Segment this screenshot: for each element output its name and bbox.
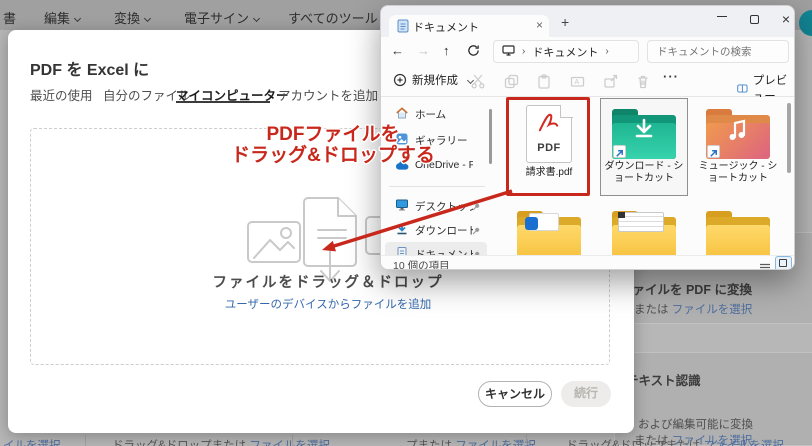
menu-item-document: 書 <box>3 11 17 26</box>
sidebar-scrollbar[interactable] <box>489 109 492 164</box>
item-count: 10 個の項目 <box>393 260 450 270</box>
explorer-statusbar: 10 個の項目 <box>381 255 794 270</box>
file-item-folder-1[interactable] <box>506 201 592 261</box>
annotation-text: PDFファイルを ドラッグ&ドロップする <box>231 124 435 166</box>
continue-button[interactable]: 続行 <box>561 381 611 407</box>
tab-recent[interactable]: 最近の使用 <box>30 85 93 104</box>
chevron-down-icon <box>73 14 82 23</box>
plus-circle-icon <box>393 73 407 87</box>
forward-icon[interactable]: → <box>417 43 430 58</box>
paste-icon[interactable] <box>537 74 551 94</box>
file-name: ミュージック - ショートカット <box>698 161 778 184</box>
breadcrumb[interactable]: › ドキュメント › <box>493 40 639 63</box>
chevron-right-icon: › <box>605 46 609 57</box>
close-button[interactable]: × <box>775 10 794 30</box>
file-item-folder-3[interactable] <box>695 201 781 261</box>
file-item-music-shortcut[interactable]: ミュージック - ショートカット <box>695 99 781 195</box>
divider <box>85 435 86 446</box>
new-tab-button[interactable]: + <box>561 14 569 30</box>
file-item-downloads-shortcut[interactable]: ダウンロード - ショートカット <box>600 98 688 196</box>
active-tab-underline <box>176 101 270 103</box>
bottom-hint-1: イルを選択 <box>3 437 61 446</box>
tab-title: ドキュメント <box>413 22 479 34</box>
menu-item-convert: 変換 <box>114 8 152 27</box>
delete-icon[interactable] <box>636 74 650 94</box>
pin-icon <box>471 199 481 217</box>
search-input[interactable] <box>648 41 788 62</box>
share-icon[interactable] <box>603 74 618 94</box>
bottom-hint-2: ドラッグ&ドロップまたは ファイルを選択 <box>112 437 330 446</box>
file-select-link: ファイルを選択 <box>455 440 536 446</box>
preview-pane-icon <box>737 83 748 93</box>
pin-icon <box>471 223 481 241</box>
explorer-navrow: ← → ↑ › ドキュメント › <box>381 37 794 66</box>
menu-item-edit: 編集 <box>44 8 82 27</box>
floating-action-button <box>799 10 812 36</box>
folder-with-documents-icon <box>517 211 581 261</box>
file-select-link: ファイルを選択 <box>671 304 753 316</box>
music-shortcut-folder-icon <box>706 109 770 159</box>
files-scrollbar[interactable] <box>787 103 791 173</box>
file-select-link: ファイルを選択 <box>703 440 784 446</box>
explorer-tabstrip: ドキュメント × + × <box>381 6 794 37</box>
divider <box>526 435 527 446</box>
copy-icon[interactable] <box>504 74 519 94</box>
cut-icon[interactable] <box>471 74 485 94</box>
bottom-hint-4: ドラッグ&ドロップまたは ファイルを選択 <box>566 437 784 446</box>
new-item-button[interactable]: 新規作成 <box>393 72 475 88</box>
home-icon <box>395 106 409 125</box>
folder-with-spreadsheet-icon <box>612 211 676 261</box>
file-select-link: ファイルを選択 <box>249 440 330 446</box>
add-files-from-device-link[interactable]: ユーザーのデバイスからファイルを追加 <box>120 296 536 312</box>
bg-card-create-pdf-title: ファイルを PDF に変換 <box>620 283 752 297</box>
desktop-icon <box>395 198 409 217</box>
menu-item-all-tools: すべてのツール <box>288 11 378 26</box>
rename-icon[interactable]: A <box>570 74 585 94</box>
empty-folder-icon <box>706 211 770 261</box>
file-name: ダウンロード - ショートカット <box>604 161 684 184</box>
explorer-tab-documents[interactable]: ドキュメント × <box>389 15 549 37</box>
explorer-toolbar: 新規作成 A ··· プレビュー <box>381 66 794 103</box>
maximize-button[interactable] <box>743 10 765 30</box>
dropzone-title: ファイルをドラッグ＆ドロップ <box>212 275 444 291</box>
page-title: PDF を Excel に <box>30 62 150 79</box>
sidebar-item-downloads[interactable]: ダウンロード <box>385 218 487 240</box>
sidebar-divider <box>389 186 485 187</box>
cancel-button[interactable]: キャンセル <box>478 381 552 407</box>
back-icon[interactable]: ← <box>391 43 404 58</box>
minimize-button[interactable] <box>711 10 733 30</box>
sidebar-item-desktop[interactable]: デスクトップ <box>385 194 487 216</box>
refresh-icon[interactable] <box>467 44 480 60</box>
downloads-shortcut-folder-icon <box>612 109 676 159</box>
more-options-icon[interactable]: ··· <box>663 69 679 84</box>
sidebar-item-home[interactable]: ホーム <box>385 102 487 124</box>
annotation-highlight-box <box>506 97 590 196</box>
tab-close-icon[interactable]: × <box>536 18 543 32</box>
file-item-folder-2[interactable] <box>601 201 687 261</box>
bottom-hint-3: プまたは ファイルを選択 <box>406 437 536 446</box>
shortcut-arrow-icon <box>707 145 720 158</box>
tab-add-account[interactable]: アカウントを追加 <box>278 85 378 104</box>
screen: 書 編集 変換 電子サイン すべてのツール ファイルを PDF に変換 または … <box>0 0 812 446</box>
chevron-down-icon <box>143 14 152 23</box>
bg-card-create-pdf-hint: または ファイルを選択 <box>634 304 753 316</box>
list-view-icon[interactable] <box>759 259 771 269</box>
divider <box>292 435 293 446</box>
bg-card-ocr-desc: および編集可能に変換 <box>638 419 753 431</box>
file-select-link: イルを選択 <box>3 440 61 446</box>
up-icon[interactable]: ↑ <box>443 43 450 58</box>
bg-card-ocr-title: テキスト認識 <box>626 374 701 388</box>
this-pc-icon <box>502 44 515 59</box>
menu-item-esign: 電子サイン <box>184 8 261 27</box>
large-icons-view-icon[interactable] <box>775 256 792 269</box>
shortcut-arrow-icon <box>613 145 626 158</box>
search-box[interactable] <box>647 40 789 63</box>
document-icon <box>397 19 409 38</box>
download-icon <box>395 222 409 241</box>
breadcrumb-documents[interactable]: ドキュメント <box>532 44 598 60</box>
svg-text:A: A <box>575 79 580 86</box>
chevron-down-icon <box>252 14 261 23</box>
chevron-right-icon: › <box>522 46 526 57</box>
